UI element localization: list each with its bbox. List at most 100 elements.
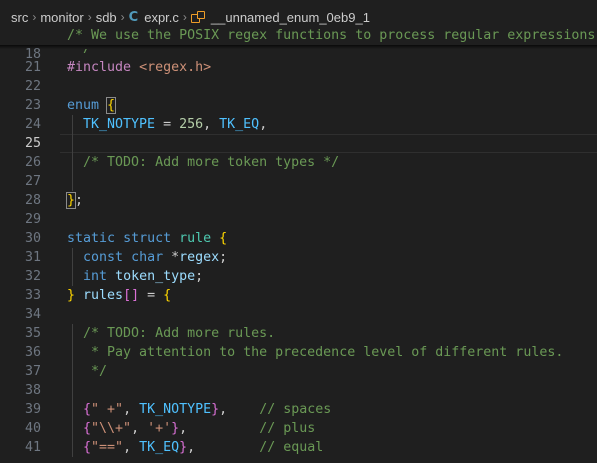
breadcrumb-monitor[interactable]: monitor (40, 10, 83, 25)
code-text: static struct rule { (67, 229, 227, 248)
code-line[interactable]: 21 #include <regex.h> (0, 58, 597, 77)
code-line[interactable]: 26 /* TODO: Add more token types */ (0, 153, 597, 172)
code-text: #include <regex.h> (67, 58, 211, 77)
code-text: */ (67, 49, 91, 58)
code-token: } (171, 421, 180, 436)
code-line[interactable]: 30 static struct rule { (0, 229, 597, 248)
code-token: , (123, 402, 140, 417)
code-token: "==" (91, 440, 124, 455)
code-lines[interactable]: 21 #include <regex.h> 22 23 enum {24 TK_NOTY… (0, 58, 597, 457)
code-token: , (131, 421, 148, 436)
line-number: 30 (24, 231, 41, 246)
line-number: 39 (24, 402, 41, 417)
code-line[interactable]: 39 {" +", TK_NOTYPE}, // spaces (0, 400, 597, 419)
code-line[interactable]: 38 (0, 381, 597, 400)
code-token: " +" (91, 402, 124, 417)
code-token: enum (67, 98, 100, 113)
code-line[interactable]: 31 const char *regex; (0, 248, 597, 267)
code-line[interactable]: 22 (0, 77, 597, 96)
line-number: 29 (24, 212, 41, 227)
current-line-highlight (60, 134, 597, 153)
code-token: * (163, 250, 180, 265)
code-token: { (83, 421, 92, 436)
code-line[interactable]: 28}; (0, 191, 597, 210)
code-line[interactable]: 29 (0, 210, 597, 229)
code-text: }; (65, 191, 83, 210)
code-line[interactable]: 35 /* TODO: Add more rules. (0, 324, 597, 343)
code-line[interactable]: 23 enum { (0, 96, 597, 115)
code-token: [] (123, 288, 140, 303)
code-token: struct (123, 231, 172, 246)
breadcrumb-file[interactable]: expr.c (144, 10, 179, 25)
code-line[interactable]: 25 (0, 134, 597, 153)
code-text: /* TODO: Add more rules. (67, 324, 275, 343)
code-token: token_type (115, 269, 196, 284)
code-token: #include (67, 60, 132, 75)
code-text: int token_type; (67, 267, 203, 286)
breadcrumb-symbol[interactable]: __unnamed_enum_0eb9_1 (211, 10, 370, 25)
code-line[interactable]: 41 {"==", TK_EQ}, // equal (0, 438, 597, 457)
code-token: , (259, 117, 268, 132)
chevron-right-icon: › (182, 10, 187, 24)
code-token: /* TODO: Add more token types */ (83, 155, 340, 170)
code-text: } rules[] = { (67, 286, 171, 305)
code-token: // plus (259, 421, 316, 436)
code-token: char (131, 250, 164, 265)
code-line[interactable]: 36 * Pay attention to the precedence lev… (0, 343, 597, 362)
code-text: {" +", TK_NOTYPE}, // spaces (67, 400, 331, 419)
indent-guide (72, 172, 73, 191)
code-line[interactable]: 34 (0, 305, 597, 324)
code-line[interactable]: 24 TK_NOTYPE = 256, TK_EQ, (0, 115, 597, 134)
code-token: 256 (179, 117, 204, 132)
code-token: // spaces (259, 402, 332, 417)
code-line[interactable]: 33} rules[] = { (0, 286, 597, 305)
line-number: 34 (24, 307, 41, 322)
enum-symbol-icon (190, 11, 205, 23)
breadcrumb-src[interactable]: src (11, 10, 28, 25)
code-token: "\\+" (91, 421, 132, 436)
line-number: 23 (24, 98, 41, 113)
code-token: } (65, 192, 77, 209)
line-number: 38 (24, 383, 41, 398)
code-token: */ (83, 364, 108, 379)
code-token: <regex.h> (139, 60, 212, 75)
code-line[interactable]: 40 {"\\+", '+'}, // plus (0, 419, 597, 438)
code-line[interactable]: 27 (0, 172, 597, 191)
code-token: TK_NOTYPE (83, 117, 156, 132)
line-number: 41 (24, 440, 41, 455)
chevron-right-icon: › (32, 10, 37, 24)
code-token: { (219, 231, 228, 246)
partial-line: 20 */ (0, 49, 597, 58)
breadcrumb-sdb[interactable]: sdb (96, 10, 117, 25)
line-number: 24 (24, 117, 41, 132)
line-number: 21 (24, 60, 41, 75)
code-token: const (83, 250, 124, 265)
code-token: = (139, 288, 164, 303)
code-token: /* TODO: Add more rules. (83, 326, 276, 341)
code-token: } (179, 440, 188, 455)
code-text: {"==", TK_EQ}, // equal (67, 438, 323, 457)
code-editor[interactable]: 18 /* We use the POSIX regex functions t… (0, 26, 597, 457)
code-line[interactable]: 32 int token_type; (0, 267, 597, 286)
code-line[interactable]: 37 */ (0, 362, 597, 381)
code-token: , (219, 402, 260, 417)
sticky-scroll-line[interactable]: 18 /* We use the POSIX regex functions t… (0, 26, 597, 62)
code-token: rules (83, 288, 124, 303)
indent-guide (72, 134, 73, 153)
chevron-right-icon: › (120, 10, 125, 24)
code-token: } (211, 402, 220, 417)
